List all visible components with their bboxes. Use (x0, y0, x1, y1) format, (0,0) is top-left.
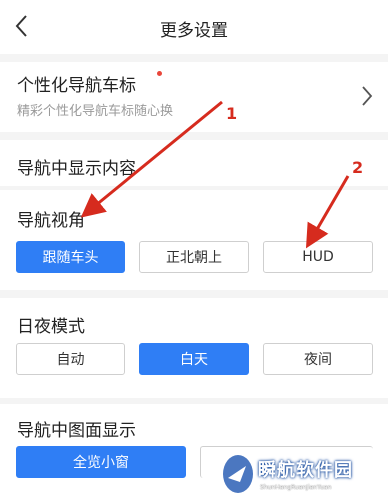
view-follow-heading-button[interactable]: 跟随车头 (16, 241, 125, 273)
daynight-day-button[interactable]: 白天 (139, 343, 249, 375)
display-content-row[interactable]: 导航中显示内容 (0, 140, 388, 186)
chevron-right-icon (362, 86, 373, 106)
watermark-url: ShunHangRuanJianYuan (260, 484, 332, 491)
watermark: 瞬航软件园 ShunHangRuanJianYuan (218, 450, 388, 500)
view-hud-button[interactable]: HUD (263, 241, 373, 273)
new-badge-dot (157, 71, 162, 76)
map-display-title: 导航中图面显示 (17, 421, 136, 441)
watermark-name: 瞬航软件园 (258, 460, 353, 481)
view-section: 导航视角 跟随车头 正北朝上 HUD (0, 190, 388, 290)
page-title: 更多设置 (160, 21, 228, 41)
personal-marker-subtitle: 精彩个性化导航车标随心换 (17, 104, 174, 119)
view-section-title: 导航视角 (17, 211, 85, 231)
daynight-auto-button[interactable]: 自动 (16, 343, 125, 375)
annotation-label-2: 2 (352, 158, 364, 177)
annotation-label-1: 1 (226, 104, 238, 123)
daynight-section-title: 日夜模式 (17, 317, 85, 337)
personal-marker-title: 个性化导航车标 (17, 76, 136, 96)
watermark-logo-icon (223, 455, 253, 493)
view-north-up-button[interactable]: 正北朝上 (139, 241, 249, 273)
daynight-night-button[interactable]: 夜间 (263, 343, 373, 375)
header-bar: 更多设置 (0, 0, 388, 54)
display-content-title: 导航中显示内容 (17, 159, 136, 179)
personal-marker-row[interactable]: 个性化导航车标 精彩个性化导航车标随心换 (0, 62, 388, 132)
daynight-section: 日夜模式 自动 白天 夜间 (0, 298, 388, 398)
overview-window-button[interactable]: 全览小窗 (16, 446, 186, 478)
